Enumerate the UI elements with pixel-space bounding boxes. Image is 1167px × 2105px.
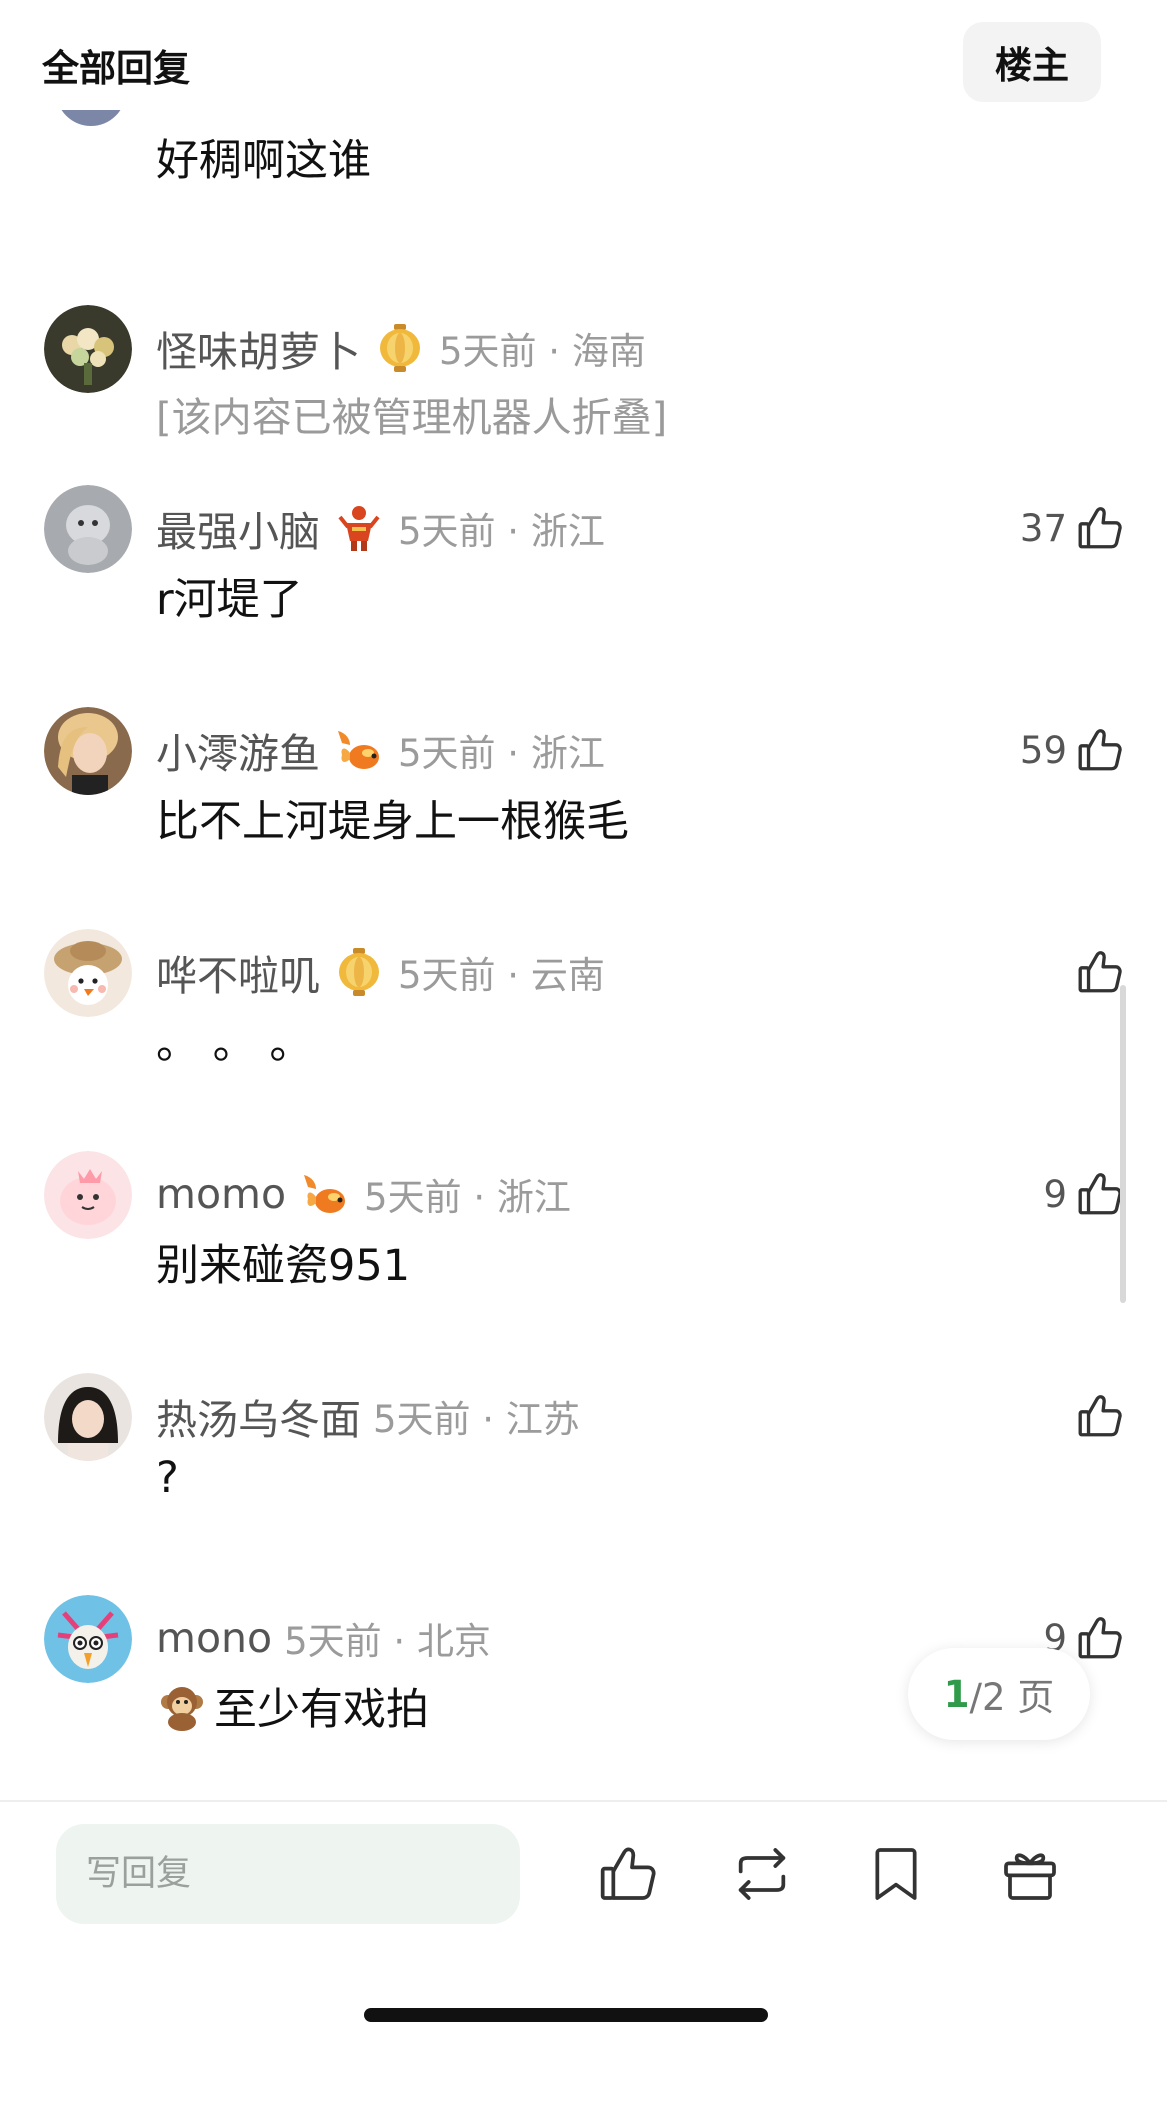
- comment-text: ?: [156, 1453, 179, 1503]
- thumbs-up-icon: [1075, 1169, 1125, 1219]
- like-count: 9: [1043, 1172, 1067, 1216]
- avatar[interactable]: [44, 707, 132, 795]
- thumbs-up-icon: [1075, 947, 1125, 997]
- like-button[interactable]: 59: [1020, 721, 1125, 779]
- comment-time: 5天前: [364, 1176, 462, 1219]
- comment-location: 江苏: [505, 1398, 580, 1441]
- meta-separator: ·: [495, 954, 531, 997]
- comment-text: 至少有戏拍: [214, 1685, 429, 1735]
- like-count: 59: [1019, 728, 1067, 772]
- thumbs-up-icon[interactable]: [596, 1842, 660, 1906]
- bookmark-icon[interactable]: [864, 1842, 928, 1906]
- comment-meta: 5天前 · 北京: [284, 1611, 491, 1665]
- avatar[interactable]: [44, 1595, 132, 1683]
- avatar[interactable]: [44, 929, 132, 1017]
- comment-time: 5天前: [284, 1620, 382, 1663]
- gift-icon[interactable]: [998, 1842, 1062, 1906]
- op-only-button[interactable]: 楼主: [963, 22, 1101, 102]
- goldfish-badge-icon: [298, 1167, 352, 1221]
- comment-time: 5天前: [398, 732, 496, 775]
- like-button[interactable]: 37: [1020, 499, 1125, 557]
- comment-text: 比不上河堤身上一根猴毛: [156, 797, 629, 847]
- username[interactable]: 怪味胡萝卜: [156, 318, 361, 378]
- comment-time: 5天前: [439, 330, 537, 373]
- comment-meta: 5天前 · 浙江: [398, 723, 605, 777]
- like-button[interactable]: 9: [1043, 1165, 1125, 1223]
- comment-meta: 5天前 · 浙江: [398, 501, 605, 555]
- figure-badge-icon: [332, 501, 386, 555]
- comment-meta: 5天前 · 浙江: [364, 1167, 571, 1221]
- comment-time: 5天前: [398, 954, 496, 997]
- monkey-emoji-icon: [156, 1680, 208, 1732]
- scrollbar[interactable]: [1120, 985, 1126, 1303]
- comment-location: 浙江: [530, 732, 605, 775]
- comment-meta: 5天前 · 云南: [398, 945, 605, 999]
- home-indicator[interactable]: [364, 2008, 768, 2022]
- meta-separator: ·: [536, 330, 572, 373]
- comment-item: 哗不啦叽 5天前 · 云南 。 。 。: [0, 929, 1167, 1129]
- thumbs-up-icon: [1075, 1391, 1125, 1441]
- comment-text: 好稠啊这谁: [156, 136, 371, 186]
- like-button[interactable]: [1075, 943, 1125, 1001]
- page-title: 全部回复: [42, 47, 190, 90]
- meta-separator: ·: [381, 1620, 417, 1663]
- meta-separator: ·: [461, 1176, 497, 1219]
- goldfish-badge-icon: [332, 723, 386, 777]
- comment-item: 小澪游鱼 5天前 · 浙江 比不上河堤身上一根猴毛 59: [0, 707, 1167, 907]
- comment-text: 别来碰瓷951: [156, 1241, 411, 1291]
- comment-text-line: 至少有戏拍: [156, 1675, 429, 1737]
- comment-location: 浙江: [530, 510, 605, 553]
- avatar[interactable]: [44, 305, 132, 393]
- repost-icon[interactable]: [730, 1842, 794, 1906]
- meta-separator: ·: [495, 732, 531, 775]
- comment-text: r河堤了: [156, 575, 303, 625]
- comment-location: 海南: [571, 330, 646, 373]
- avatar[interactable]: [44, 485, 132, 573]
- avatar[interactable]: [44, 1151, 132, 1239]
- meta-separator: ·: [495, 510, 531, 553]
- header: 全部回复 楼主: [0, 0, 1167, 110]
- comment-location: 北京: [416, 1620, 491, 1663]
- comment-text: 。 。 。: [156, 1019, 313, 1069]
- thumbs-up-icon: [1075, 503, 1125, 553]
- reply-input[interactable]: [56, 1824, 520, 1924]
- comment-item: 怪味胡萝卜 5天前 · 海南 [该内容已被管理机器人折叠]: [0, 305, 1167, 505]
- username[interactable]: momo: [156, 1170, 286, 1218]
- folded-comment-text[interactable]: [该内容已被管理机器人折叠]: [156, 385, 667, 443]
- meta-separator: ·: [470, 1398, 506, 1441]
- comment-meta: 5天前 · 江苏: [373, 1389, 580, 1443]
- username[interactable]: 最强小脑: [156, 498, 320, 558]
- total-pages: /2 页: [969, 1676, 1055, 1719]
- avatar[interactable]: [44, 1373, 132, 1461]
- lantern-badge-icon: [332, 945, 386, 999]
- comment-time: 5天前: [373, 1398, 471, 1441]
- thumbs-up-icon: [1075, 725, 1125, 775]
- comment-item: 热汤乌冬面 5天前 · 江苏 ?: [0, 1373, 1167, 1573]
- like-button[interactable]: [1075, 1387, 1125, 1445]
- thumbs-up-icon: [1075, 1613, 1125, 1663]
- lantern-badge-icon: [373, 321, 427, 375]
- comment-location: 云南: [530, 954, 605, 997]
- comment-meta: 5天前 · 海南: [439, 321, 646, 375]
- comment-partial: 好稠啊这谁: [0, 104, 1167, 190]
- bottom-action-bar: [0, 1800, 1167, 2105]
- comment-location: 浙江: [496, 1176, 571, 1219]
- username[interactable]: mono: [156, 1614, 272, 1662]
- comment-item: momo 5天前 · 浙江 别来碰瓷951 9: [0, 1151, 1167, 1351]
- username[interactable]: 小澪游鱼: [156, 720, 320, 780]
- current-page: 1: [943, 1672, 970, 1716]
- username[interactable]: 哗不啦叽: [156, 942, 320, 1002]
- username[interactable]: 热汤乌冬面: [156, 1386, 361, 1446]
- like-count: 37: [1019, 506, 1067, 550]
- comment-time: 5天前: [398, 510, 496, 553]
- comment-item: 最强小脑 5天前 · 浙江 r河堤了 37: [0, 485, 1167, 685]
- page-indicator-button[interactable]: 1/2 页: [908, 1648, 1090, 1740]
